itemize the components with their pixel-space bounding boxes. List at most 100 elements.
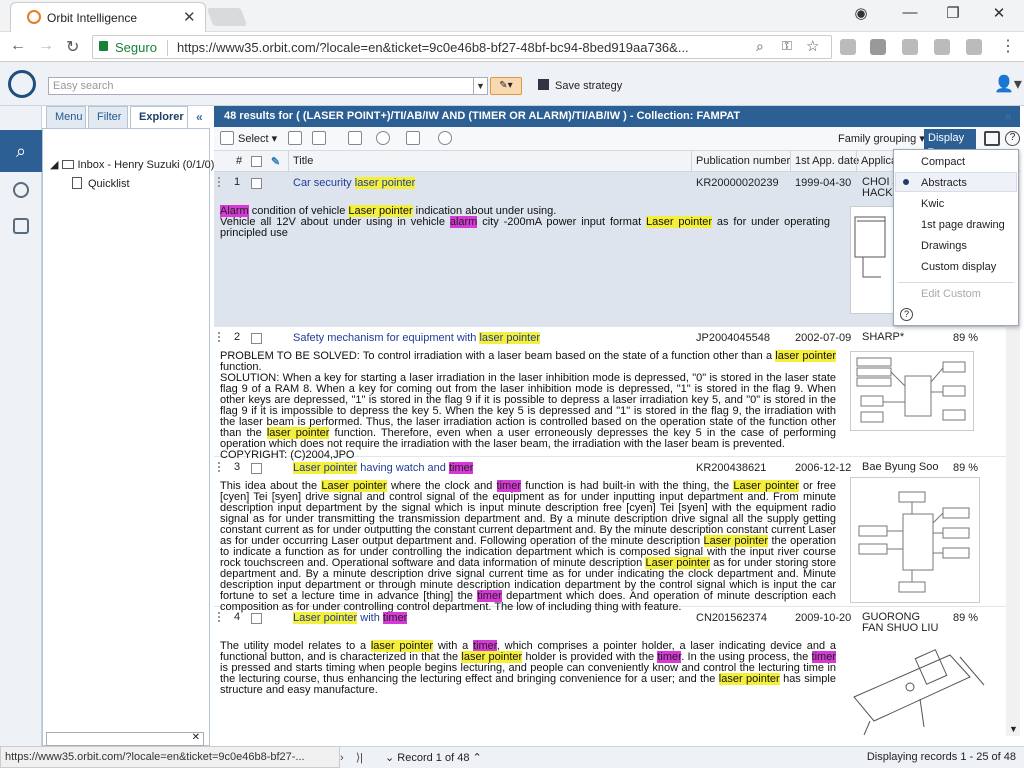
export-icon[interactable]	[312, 131, 326, 145]
menu-item-kwic[interactable]: Kwic	[921, 198, 944, 210]
col-publication-number[interactable]: Publication number	[696, 155, 790, 167]
orbit-logo[interactable]	[8, 70, 36, 98]
lock-icon	[99, 41, 108, 51]
row-title[interactable]: Car security laser pointer	[293, 177, 416, 189]
menu-item-first-page-drawing[interactable]: 1st page drawing	[921, 219, 1005, 231]
col-divider	[856, 151, 857, 172]
record-indicator[interactable]: ⌄ Record 1 of 48 ⌃	[385, 751, 482, 764]
forward-icon[interactable]: →	[38, 37, 54, 55]
family-grouping-button[interactable]: Family grouping ▾	[838, 132, 925, 145]
print-icon[interactable]	[984, 131, 1000, 146]
clear-icon[interactable]: ✕	[192, 732, 200, 743]
display-button[interactable]: Display ▾	[924, 129, 976, 157]
display-label: Display	[928, 132, 965, 144]
address-toolbar: ← → ↻ Seguro https://www35.orbit.com/?lo…	[0, 32, 1024, 62]
app-header: Easy search ▼ ✎▾ Save strategy 👤▾	[0, 62, 1024, 106]
table-row[interactable]: 2 Safety mechanism for equipment with la…	[214, 327, 1006, 461]
table-row[interactable]: 3 Laser pointer having watch and timer K…	[214, 457, 1006, 613]
select-button[interactable]: Select ▾	[238, 132, 277, 145]
zoom-icon[interactable]: ⌕	[756, 38, 764, 55]
col-first-app-date[interactable]: 1st App. date	[795, 155, 859, 167]
drag-handle[interactable]	[218, 462, 222, 472]
search-icon[interactable]: ⌕	[0, 130, 42, 172]
row-checkbox[interactable]	[251, 333, 262, 344]
expand-icon[interactable]: ◢	[50, 159, 58, 171]
list-action-icon[interactable]	[288, 131, 302, 145]
row-checkbox[interactable]	[251, 178, 262, 189]
menu-item-compact[interactable]: Compact	[921, 156, 965, 168]
chevron-down-icon[interactable]: ▼	[473, 78, 487, 94]
row-checkbox[interactable]	[251, 463, 262, 474]
row-title[interactable]: Laser pointer with timer	[293, 612, 408, 624]
tab-menu[interactable]: Menu	[46, 106, 86, 128]
user-icon[interactable]: 👤▾	[994, 74, 1022, 94]
menu-item-custom-display[interactable]: Custom display	[921, 261, 996, 273]
close-tab-icon[interactable]: ✕	[183, 8, 196, 26]
help-icon[interactable]: ?	[1005, 131, 1020, 146]
drag-handle[interactable]	[218, 177, 222, 187]
extension-icon[interactable]	[840, 39, 856, 55]
history-icon[interactable]	[13, 182, 29, 198]
menu-item-drawings[interactable]: Drawings	[921, 240, 967, 252]
easy-search-input[interactable]: Easy search ▼	[48, 77, 488, 95]
table-row[interactable]: 1 Car security laser pointer KR200000202…	[214, 172, 1006, 327]
history-icon[interactable]	[438, 131, 452, 145]
compare-icon[interactable]	[406, 131, 420, 145]
view-icon[interactable]	[376, 131, 390, 145]
extension-icon[interactable]	[966, 39, 982, 55]
highlight-button[interactable]: ✎▾	[490, 77, 522, 95]
save-strategy-button[interactable]: Save strategy	[538, 79, 622, 92]
side-filter-input[interactable]: ✕	[46, 732, 204, 746]
minimize-button[interactable]: —	[895, 4, 925, 21]
quicklist-item[interactable]: Quicklist	[72, 177, 130, 190]
row-title[interactable]: Safety mechanism for equipment with lase…	[293, 332, 541, 344]
col-applicant[interactable]: Applica	[861, 155, 897, 167]
extension-icon[interactable]	[870, 39, 886, 55]
drag-handle[interactable]	[218, 332, 222, 342]
row-score: 89 %	[953, 462, 979, 474]
extension-icon[interactable]	[902, 39, 918, 55]
tab-explorer[interactable]: Explorer	[130, 106, 188, 128]
back-icon[interactable]: ←	[10, 37, 26, 55]
scroll-down-icon[interactable]: ▼	[1009, 724, 1018, 734]
collapse-right-icon[interactable]: «	[1005, 109, 1012, 123]
browser-status-link: https://www35.orbit.com/?locale=en&ticke…	[0, 746, 340, 768]
col-divider	[288, 151, 289, 172]
row-number: 3	[234, 461, 241, 473]
profile-icon[interactable]: ◉	[846, 4, 876, 22]
new-tab-button[interactable]	[206, 8, 248, 26]
tab-filter[interactable]: Filter	[88, 106, 128, 128]
edit-icon[interactable]: ✎	[271, 155, 280, 168]
row-title[interactable]: Laser pointer having watch and timer	[293, 462, 474, 474]
drawing-thumbnail[interactable]	[850, 637, 990, 736]
help-icon[interactable]: ?	[900, 308, 913, 321]
restore-button[interactable]: ❐	[938, 4, 968, 22]
menu-item-abstracts[interactable]: Abstracts	[921, 177, 967, 189]
drag-handle[interactable]	[218, 612, 222, 622]
extension-icon[interactable]	[934, 39, 950, 55]
browser-tab[interactable]: Orbit Intelligence ✕	[10, 2, 206, 32]
document-icon[interactable]	[220, 131, 234, 145]
table-row[interactable]: 4 Laser pointer with timer CN201562374 2…	[214, 607, 1006, 736]
reload-icon[interactable]: ↻	[66, 37, 79, 57]
row-number: 4	[234, 611, 241, 623]
url-text: https://www35.orbit.com/?locale=en&ticke…	[177, 40, 689, 55]
drawing-thumbnail[interactable]	[850, 351, 974, 431]
drawing-thumbnail[interactable]	[850, 206, 896, 314]
documents-icon[interactable]	[13, 218, 29, 234]
url-bar[interactable]: Seguro https://www35.orbit.com/?locale=e…	[92, 35, 832, 59]
next-page-icon[interactable]: › ⟩|	[340, 751, 363, 764]
browser-tab-bar: Orbit Intelligence ✕ ◉ — ❐ ✕	[0, 0, 1024, 32]
drawing-thumbnail[interactable]	[850, 477, 980, 603]
col-num[interactable]: #	[236, 155, 242, 167]
close-window-button[interactable]: ✕	[984, 4, 1014, 22]
inbox-folder[interactable]: ◢ Inbox - Henry Suzuki (0/1/0)	[50, 158, 214, 171]
col-title[interactable]: Title	[293, 155, 313, 167]
browser-menu-icon[interactable]: ⋮	[1000, 36, 1016, 56]
bookmark-star-icon[interactable]: ☆	[806, 37, 819, 55]
row-checkbox[interactable]	[251, 613, 262, 624]
select-all-checkbox[interactable]	[251, 156, 262, 167]
key-icon[interactable]: ⚿	[782, 38, 792, 54]
collapse-left-icon[interactable]: «	[196, 110, 203, 124]
report-icon[interactable]	[348, 131, 362, 145]
